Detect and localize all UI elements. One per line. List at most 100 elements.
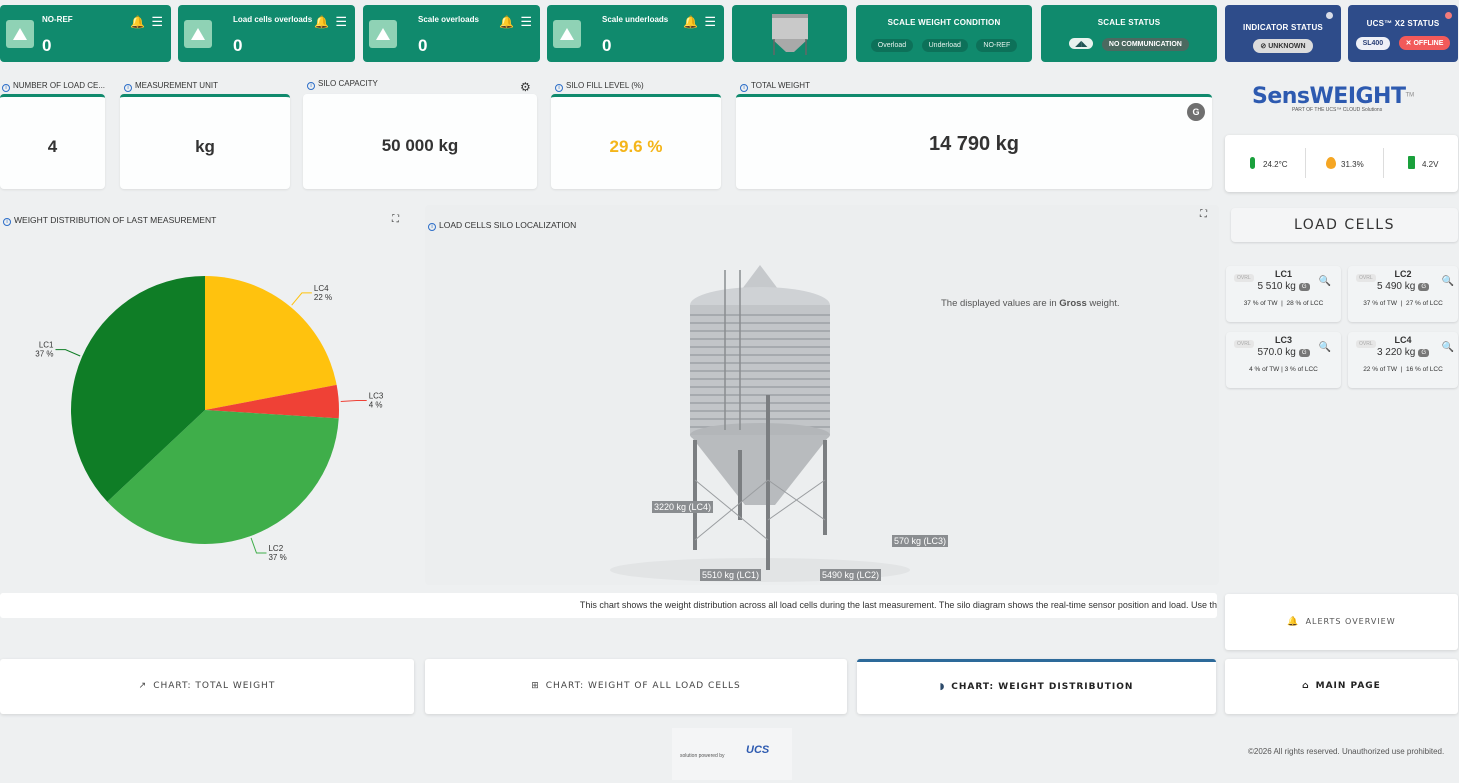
load-cell-card-lc4[interactable]: OVRL LC4 3 220 kg G 🔍 22 % of TW | 16 % o…: [1348, 332, 1458, 388]
bell-icon: 🔔: [1287, 617, 1300, 627]
weight-distribution-pie: LC422 %LC34 %LC237 %LC137 %: [35, 276, 384, 562]
divider: [1305, 148, 1306, 178]
nav-label: MAIN PAGE: [1315, 681, 1381, 691]
menu-icon[interactable]: ☰: [151, 14, 163, 30]
load-cell-card-lc1[interactable]: OVRL LC1 5 510 kg G 🔍 37 % of TW | 28 % o…: [1226, 266, 1341, 322]
alerts-overview-button[interactable]: 🔔 ALERTS OVERVIEW: [1225, 594, 1458, 650]
alarm-count: 0: [42, 36, 52, 55]
load-cell-card-lc3[interactable]: OVRL LC3 570.0 kg G 🔍 4 % of TW | 3 % of …: [1226, 332, 1341, 388]
lc-pct-tw: 22 % of TW: [1363, 366, 1398, 373]
expand-icon[interactable]: ⛶: [392, 214, 399, 225]
kpi-card-fill: 29.6 %: [551, 94, 721, 189]
lc-pct-tw: 37 % of TW: [1243, 300, 1278, 307]
lc-pct-tw: 37 % of TW: [1363, 300, 1398, 307]
x2-model: SL400: [1355, 37, 1391, 50]
bell-icon[interactable]: 🔔: [314, 15, 329, 29]
silo-tile[interactable]: [732, 5, 847, 62]
localization-title: i LOAD CELLS SILO LOCALIZATION: [428, 220, 576, 231]
localization-title-text: LOAD CELLS SILO LOCALIZATION: [439, 220, 577, 230]
lc-pct-lcc: 16 % of LCC: [1405, 366, 1443, 373]
nav-main-page[interactable]: ⌂ MAIN PAGE: [1225, 659, 1458, 714]
indicator-status-text: UNKNOWN: [1268, 43, 1306, 50]
lc-pct-lcc: 3 % of LCC: [1284, 366, 1318, 373]
scale-status-value: NO COMMUNICATION: [1101, 38, 1189, 51]
bell-icon[interactable]: 🔔: [499, 15, 514, 29]
indicator-status-value: ⊘ UNKNOWN: [1253, 39, 1313, 53]
alarm-tile-load-cells-overloads[interactable]: Load cells overloads 0 🔔 ☰: [178, 5, 355, 62]
note-pre: The displayed values are in: [941, 298, 1060, 309]
pill-no-ref: NO-REF: [976, 39, 1018, 52]
kpi-label-capacity: i SILO CAPACITY: [307, 79, 378, 90]
alarm-title: NO-REF: [42, 15, 73, 24]
bell-icon[interactable]: 🔔: [130, 15, 145, 29]
info-ticker: This chart shows the weight distribution…: [0, 593, 1217, 618]
load-cell-card-lc2[interactable]: OVRL LC2 5 490 kg G 🔍 37 % of TW | 27 % o…: [1348, 266, 1458, 322]
nav-label: CHART: TOTAL WEIGHT: [153, 681, 276, 691]
warning-icon: [6, 20, 34, 48]
lc2-tag: 5490 kg (LC2): [820, 569, 882, 581]
expand-icon[interactable]: ⛶: [1200, 209, 1207, 220]
kpi-label-fill: i SILO FILL LEVEL (%): [555, 81, 644, 92]
x2-status-title: UCS™ X2 STATUS: [1366, 19, 1440, 28]
info-icon: i: [307, 82, 315, 90]
info-icon: i: [124, 84, 132, 92]
kpi-card-load-cells: 4: [0, 94, 105, 189]
warning-icon: [369, 20, 397, 48]
kpi-label-text: MEASUREMENT UNIT: [135, 81, 218, 90]
lc3-tag: 570 kg (LC3): [892, 535, 949, 547]
kpi-card-total: G 14 790 kg: [736, 94, 1212, 189]
note-bold: Gross: [1059, 298, 1087, 309]
lc-pct-lcc: 27 % of LCC: [1405, 300, 1443, 307]
gear-icon[interactable]: ⚙: [520, 80, 531, 94]
search-icon[interactable]: 🔍: [1442, 276, 1454, 287]
kpi-label-load-cells: i NUMBER OF LOAD CE...: [2, 81, 105, 92]
menu-icon[interactable]: ☰: [520, 14, 532, 30]
search-icon[interactable]: 🔍: [1319, 276, 1331, 287]
scale-weight-condition-tile: SCALE WEIGHT CONDITION Overload Underloa…: [856, 5, 1032, 62]
alarm-count: 0: [418, 36, 428, 55]
lc-pct-tw: 4 % of TW: [1249, 366, 1280, 373]
pie-label-line: [250, 537, 267, 554]
bell-icon[interactable]: 🔔: [683, 15, 698, 29]
pill-overload: Overload: [870, 39, 914, 52]
indicator-status-title: INDICATOR STATUS: [1243, 23, 1323, 32]
powered-by-text: solution powered by: [680, 753, 725, 759]
humidity-value: 31.3%: [1341, 160, 1364, 169]
kpi-value: 4: [47, 137, 58, 156]
gross-badge: G: [1187, 103, 1205, 121]
home-icon: ⌂: [1302, 681, 1310, 691]
alarm-title: Scale underloads: [602, 15, 669, 24]
alarm-tile-scale-underloads[interactable]: Scale underloads 0 🔔 ☰: [547, 5, 724, 62]
kpi-value: 50 000 kg: [381, 136, 459, 155]
info-icon: i: [740, 84, 748, 92]
x2-status-tile: UCS™ X2 STATUS SL400 ✕ OFFLINE: [1348, 5, 1458, 62]
alarm-tile-no-ref[interactable]: NO-REF 0 🔔 ☰: [0, 5, 171, 62]
info-ticker-text: This chart shows the weight distribution…: [579, 600, 1217, 610]
copyright: ©2026 All rights reserved. Unauthorized …: [1248, 747, 1445, 756]
divider: [1383, 148, 1384, 178]
menu-icon[interactable]: ☰: [704, 14, 716, 30]
lc-pct-lcc: 28 % of LCC: [1286, 300, 1324, 307]
search-icon[interactable]: 🔍: [1442, 342, 1454, 353]
lc-percentages: 37 % of TW | 28 % of LCC: [1243, 300, 1324, 307]
ucs-logo: UCS: [746, 744, 770, 756]
pie-label-line: [55, 349, 81, 357]
alerts-overview-label: ALERTS OVERVIEW: [1305, 617, 1396, 626]
nav-chart-total-weight[interactable]: ↗ CHART: TOTAL WEIGHT: [0, 659, 414, 714]
x2-status-text: OFFLINE: [1413, 40, 1444, 47]
note-post: weight.: [1086, 298, 1120, 309]
brand-logo: SensWEIGHTTM PART OF THE UCS™ CLOUD Solu…: [1252, 84, 1414, 113]
info-icon: i: [555, 84, 563, 92]
trend-icon: ↗: [138, 681, 148, 691]
alarm-tile-scale-overloads[interactable]: Scale overloads 0 🔔 ☰: [363, 5, 540, 62]
nav-chart-weight-distribution[interactable]: ◗ CHART: WEIGHT DISTRIBUTION: [857, 659, 1216, 714]
search-icon[interactable]: 🔍: [1319, 342, 1331, 353]
humidity-icon: [1326, 157, 1336, 169]
kpi-label-total: i TOTAL WEIGHT: [740, 81, 810, 92]
kpi-value: kg: [195, 137, 215, 156]
gross-note: The displayed values are in Gross weight…: [941, 298, 1120, 309]
menu-icon[interactable]: ☰: [335, 14, 347, 30]
lc-percentages: 37 % of TW | 27 % of LCC: [1363, 300, 1443, 307]
nav-chart-all-load-cells[interactable]: ⊞ CHART: WEIGHT OF ALL LOAD CELLS: [425, 659, 847, 714]
battery-icon: [1408, 156, 1415, 169]
